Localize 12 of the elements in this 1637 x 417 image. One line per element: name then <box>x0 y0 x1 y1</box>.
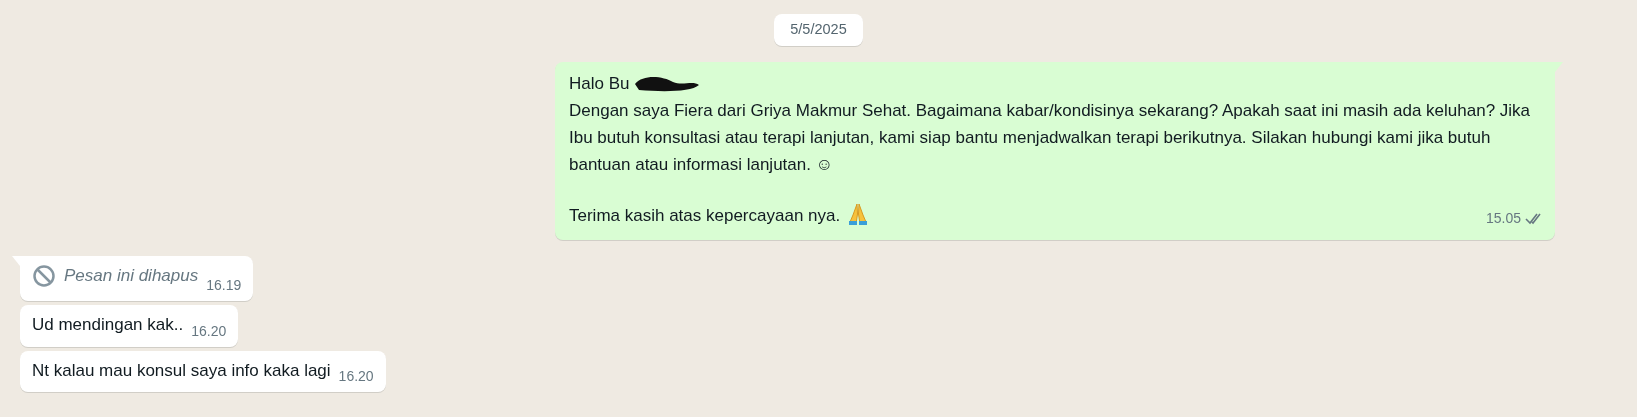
message-text: Nt kalau mau konsul saya info kaka lagi <box>32 359 331 382</box>
message-text: Pesan ini dihapus <box>64 264 199 287</box>
prohibited-icon <box>32 263 56 288</box>
timestamp: 16.20 <box>338 367 374 387</box>
timestamp: 16.19 <box>206 276 242 296</box>
message-text: Ud mendingan kak.. <box>32 314 184 337</box>
timestamp: 16.20 <box>191 321 227 341</box>
message-text: Terima kasih atas kepercayaan nya. <box>569 205 841 225</box>
greeting-text: Halo Bu <box>569 72 630 95</box>
date-label: 5/5/2025 <box>774 14 863 46</box>
message-text: Dengan saya Fiera dari Griya Makmur Sehat. Bagaimana kabar/kondisinya sekarang? Apakah saat ini masih ada keluhan? Jika Ibu butuh konsultasi atau terapi lanjutan, kami siap bantu menjadwalkan terapi berikutnya. Silakan hubungi kami jika butuh bantuan atau informasi lanjutan. ☺ <box>569 100 1531 174</box>
timestamp: 15.05 <box>1485 208 1521 228</box>
